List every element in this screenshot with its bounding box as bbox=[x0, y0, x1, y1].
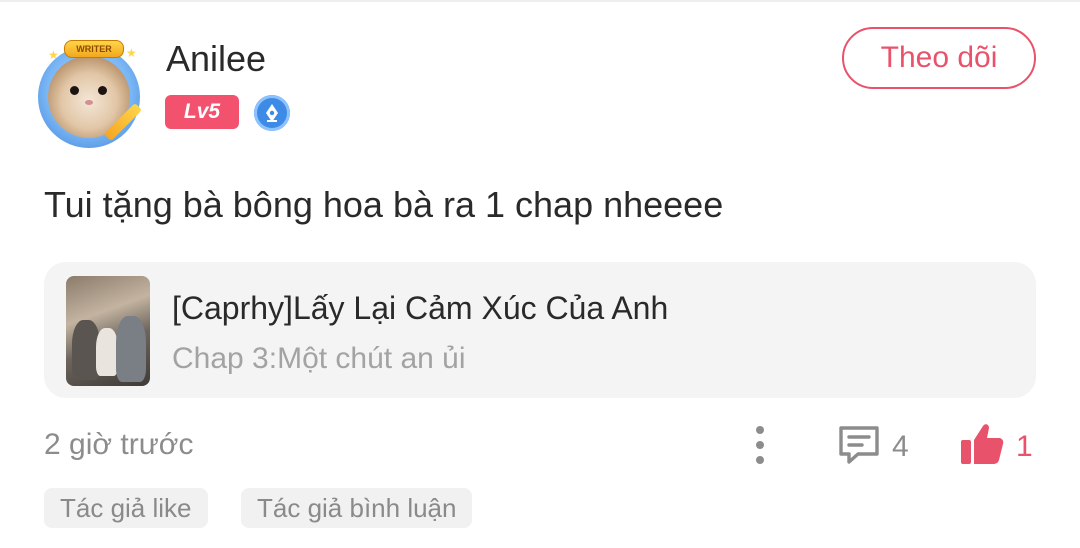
avatar[interactable]: WRITER ★ ★ bbox=[34, 40, 150, 150]
comment-icon[interactable] bbox=[836, 422, 882, 468]
comment-text: Tui tặng bà bông hoa bà ra 1 chap nheeee bbox=[44, 184, 724, 225]
more-options-icon[interactable] bbox=[748, 424, 772, 466]
like-count: 1 bbox=[1016, 430, 1033, 463]
chapter-card-subtitle: Chap 3:Một chút an ủi bbox=[172, 342, 466, 375]
hamster-nose bbox=[85, 100, 93, 105]
thumbs-up-icon[interactable] bbox=[958, 420, 1006, 468]
username[interactable]: Anilee bbox=[166, 38, 266, 80]
thumbnail-figure bbox=[96, 328, 118, 376]
hamster-eye-right bbox=[98, 86, 107, 95]
top-divider bbox=[0, 0, 1080, 2]
timestamp: 2 giờ trước bbox=[44, 428, 194, 461]
author-liked-tag: Tác giả like bbox=[44, 488, 208, 528]
hamster-eye-left bbox=[70, 86, 79, 95]
level-badge: Lv5 bbox=[165, 95, 239, 129]
comment-count: 4 bbox=[892, 430, 909, 463]
avatar-writer-banner: WRITER bbox=[64, 40, 124, 58]
follow-button[interactable]: Theo dõi bbox=[842, 27, 1036, 89]
thumbnail-figure bbox=[116, 316, 146, 382]
chapter-card-title: [Caprhy]Lấy Lại Cảm Xúc Của Anh bbox=[172, 290, 669, 326]
chapter-thumbnail bbox=[66, 276, 150, 386]
writer-badge-icon bbox=[254, 95, 290, 131]
star-icon: ★ bbox=[48, 48, 59, 62]
author-commented-tag: Tác giả bình luận bbox=[241, 488, 473, 528]
star-icon: ★ bbox=[126, 46, 137, 60]
chapter-card[interactable]: [Caprhy]Lấy Lại Cảm Xúc Của Anh Chap 3:M… bbox=[44, 262, 1036, 398]
